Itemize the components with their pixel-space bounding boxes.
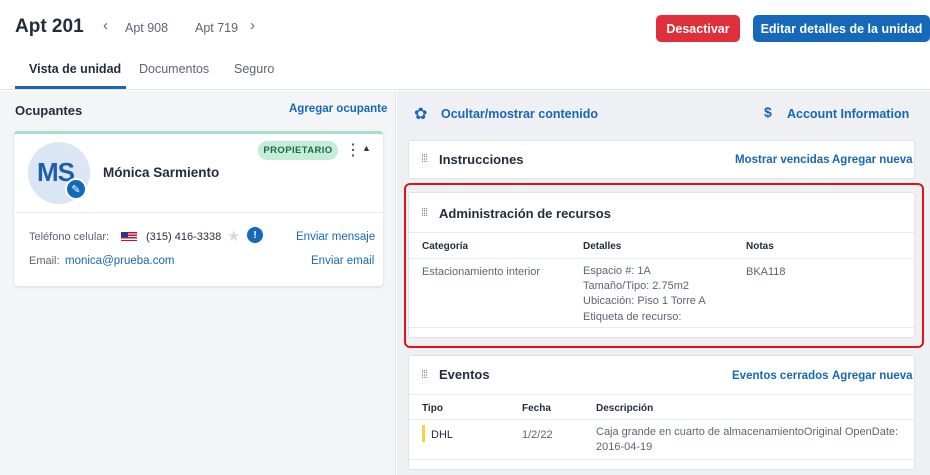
divider <box>409 394 914 395</box>
events-title: Eventos <box>439 367 490 382</box>
us-flag-icon <box>121 232 137 241</box>
resource-category: Estacionamiento interior <box>422 266 541 278</box>
add-instruction-link[interactable]: Agregar nueva <box>832 154 913 166</box>
gear-icon[interactable]: ✿ <box>414 104 427 124</box>
event-date: 1/2/22 <box>522 429 553 441</box>
divider <box>409 232 914 233</box>
column-header: Fecha <box>522 403 551 414</box>
divider <box>409 258 914 259</box>
edit-unit-button[interactable]: Editar detalles de la unidad <box>753 15 930 42</box>
account-info-link[interactable]: Account Information <box>787 107 909 121</box>
alert-icon[interactable]: ! <box>247 227 263 243</box>
add-event-link[interactable]: Agregar nueva <box>832 370 913 382</box>
dollar-icon: $ <box>764 104 772 120</box>
chevron-left-icon[interactable]: ‹ <box>103 17 108 34</box>
send-email-link[interactable]: Enviar email <box>311 255 374 267</box>
event-description: 2016-04-19 <box>596 441 653 453</box>
chevron-right-icon[interactable]: › <box>250 17 255 34</box>
prev-apt-link[interactable]: Apt 908 <box>125 21 168 35</box>
column-header: Notas <box>746 241 774 252</box>
divider <box>409 419 914 420</box>
active-tab-indicator <box>15 86 126 89</box>
page-title: Apt 201 <box>15 16 84 37</box>
resources-title: Administración de recursos <box>439 206 611 221</box>
tab-unit-view[interactable]: Vista de unidad <box>29 62 121 76</box>
divider <box>409 459 914 460</box>
edit-pencil-icon[interactable]: ✎ <box>65 178 87 200</box>
tab-documents[interactable]: Documentos <box>139 62 209 76</box>
add-occupant-link[interactable]: Agregar ocupante <box>289 103 387 115</box>
column-header: Detalles <box>583 241 622 252</box>
email-value[interactable]: monica@prueba.com <box>65 255 174 267</box>
show-expired-link[interactable]: Mostrar vencidas <box>735 154 830 166</box>
resource-detail: Espacio #: 1A <box>583 265 651 277</box>
instructions-title: Instrucciones <box>439 152 524 167</box>
collapse-icon[interactable]: ▲ <box>362 143 371 153</box>
event-color-marker <box>422 425 425 442</box>
phone-label: Teléfono celular: <box>29 231 110 243</box>
more-options-icon[interactable]: ⋮ <box>345 140 361 160</box>
divider <box>15 212 383 213</box>
drag-handle-icon[interactable]: ⁞⁞⁞ <box>421 153 428 165</box>
resource-notes: BKA118 <box>746 266 786 278</box>
deactivate-button[interactable]: Desactivar <box>656 15 740 42</box>
column-header: Descripción <box>596 403 654 414</box>
resource-detail: Ubicación: Piso 1 Torre A <box>583 295 706 307</box>
event-description: Caja grande en cuarto de almacenamientoO… <box>596 426 899 438</box>
send-message-link[interactable]: Enviar mensaje <box>296 231 375 243</box>
closed-events-link[interactable]: Eventos cerrados <box>732 370 829 382</box>
next-apt-link[interactable]: Apt 719 <box>195 21 238 35</box>
occupant-name: Mónica Sarmiento <box>103 165 220 180</box>
column-header: Tipo <box>422 403 443 414</box>
toggle-content-link[interactable]: Ocultar/mostrar contenido <box>441 107 598 121</box>
divider <box>409 327 914 328</box>
resource-detail: Tamaño/Tipo: 2.75m2 <box>583 280 689 292</box>
event-type: DHL <box>431 429 454 441</box>
email-label: Email: <box>29 255 60 267</box>
star-icon[interactable]: ★ <box>227 227 240 245</box>
drag-handle-icon[interactable]: ⁞⁞⁞ <box>421 369 428 381</box>
drag-handle-icon[interactable]: ⁞⁞⁞ <box>421 207 428 219</box>
top-bar <box>0 0 930 90</box>
occupants-title: Ocupantes <box>15 103 83 118</box>
resource-detail: Etiqueta de recurso: <box>583 311 682 323</box>
column-header: Categoría <box>422 241 469 252</box>
role-badge: PROPIETARIO <box>258 141 338 160</box>
phone-value: (315) 416-3338 <box>146 231 222 243</box>
tab-insurance[interactable]: Seguro <box>234 62 274 76</box>
